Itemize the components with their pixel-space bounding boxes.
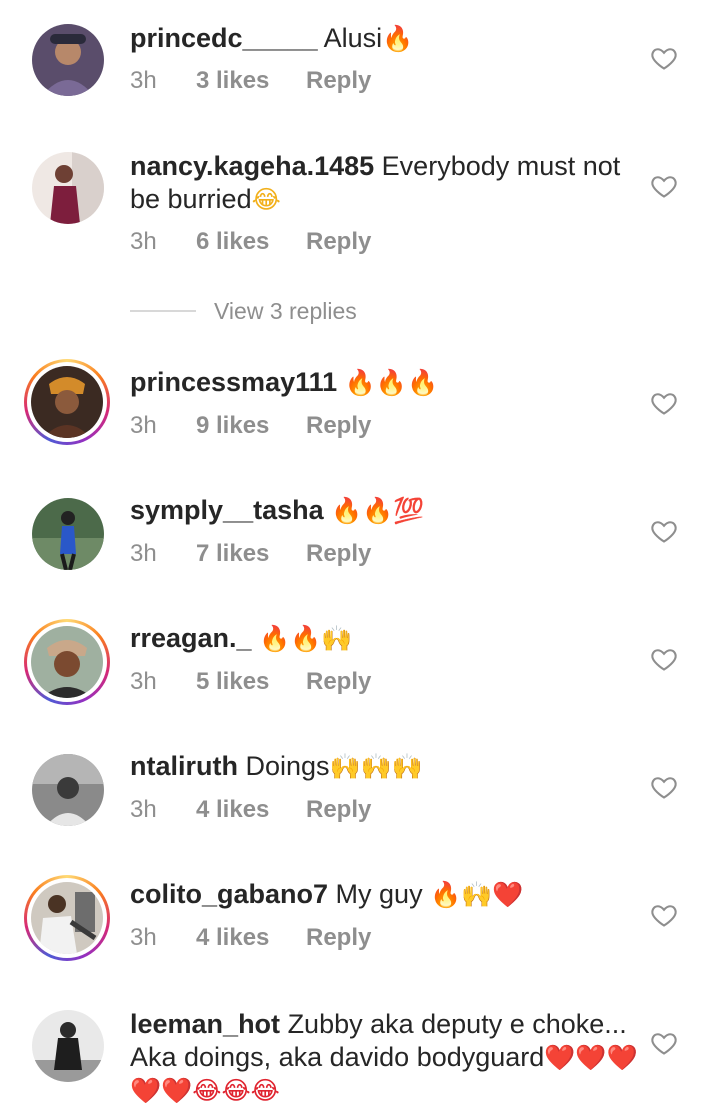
avatar[interactable] — [32, 24, 104, 96]
avatar[interactable] — [32, 498, 104, 570]
comment-time: 3h — [130, 412, 157, 439]
reply-button[interactable]: Reply — [306, 411, 371, 441]
reply-button[interactable]: Reply — [306, 66, 371, 96]
comment-text: rreagan._ 🔥🔥🙌 — [130, 622, 630, 655]
view-replies-label[interactable]: View 3 replies — [214, 298, 357, 325]
reply-button[interactable]: Reply — [306, 667, 371, 697]
comment-body: Doings — [245, 751, 330, 781]
comment-username[interactable]: leeman_hot — [130, 1009, 280, 1039]
comment-username[interactable]: symply__tasha — [130, 495, 324, 525]
comment-text: nancy.kageha.1485 Everybody must not be … — [130, 150, 640, 216]
heart-outline-icon[interactable] — [650, 44, 678, 72]
heart-outline-icon[interactable] — [650, 901, 678, 929]
heart-outline-icon[interactable] — [650, 773, 678, 801]
comment-username[interactable]: princedc_____ — [130, 23, 318, 53]
reply-button[interactable]: Reply — [306, 795, 371, 825]
comment-likes[interactable]: 4 likes — [196, 795, 306, 825]
comment-body: Alusi — [323, 23, 383, 53]
avatar-story-ring[interactable] — [24, 619, 110, 705]
comment-meta: 3h 7 likes Reply — [130, 539, 371, 569]
comment-emojis: 😂 — [251, 185, 281, 214]
comment-emojis: 🔥 — [382, 24, 414, 53]
comment-emojis: 🔥🔥💯 — [331, 496, 425, 525]
comment-text: ntaliruth Doings🙌🙌🙌 — [130, 750, 630, 783]
comment-emojis: 🙌🙌🙌 — [329, 752, 423, 781]
avatar-story-ring[interactable] — [24, 359, 110, 445]
comment-meta: 3h 9 likes Reply — [130, 411, 371, 441]
heart-outline-icon[interactable] — [650, 1029, 678, 1057]
view-replies-button[interactable]: View 3 replies — [130, 296, 357, 326]
comment-meta: 3h 6 likes Reply — [130, 227, 371, 257]
comment-text: symply__tasha 🔥🔥💯 — [130, 494, 630, 527]
comment-text: colito_gabano7 My guy 🔥🙌❤️ — [130, 878, 630, 911]
comment-likes[interactable]: 6 likes — [196, 227, 306, 257]
replies-divider — [130, 310, 196, 312]
avatar[interactable] — [32, 754, 104, 826]
comment-emojis: 🔥🔥🔥 — [344, 368, 439, 397]
heart-outline-icon[interactable] — [650, 172, 678, 200]
reply-button[interactable]: Reply — [306, 923, 371, 953]
heart-outline-icon[interactable] — [650, 645, 678, 673]
comment-likes[interactable]: 9 likes — [196, 411, 306, 441]
comment-emojis: 🔥🙌❤️ — [430, 880, 524, 909]
heart-outline-icon[interactable] — [650, 517, 678, 545]
comment-likes[interactable]: 3 likes — [196, 66, 306, 96]
comment-time: 3h — [130, 796, 157, 823]
comment-username[interactable]: princessmay111 — [130, 367, 337, 397]
comment-meta: 3h 3 likes Reply — [130, 66, 371, 96]
comment-meta: 3h 4 likes Reply — [130, 795, 371, 825]
comment-username[interactable]: nancy.kageha.1485 — [130, 151, 374, 181]
comment-time: 3h — [130, 228, 157, 255]
comment-time: 3h — [130, 540, 157, 567]
heart-outline-icon[interactable] — [650, 389, 678, 417]
avatar[interactable] — [32, 1010, 104, 1082]
comment-text: princedc_____ Alusi🔥 — [130, 22, 630, 55]
avatar-story-ring[interactable] — [24, 875, 110, 961]
avatar[interactable] — [32, 152, 104, 224]
reply-button[interactable]: Reply — [306, 539, 371, 569]
comment-time: 3h — [130, 924, 157, 951]
comment-username[interactable]: colito_gabano7 — [130, 879, 328, 909]
comment-meta: 3h 5 likes Reply — [130, 667, 371, 697]
comment-username[interactable]: ntaliruth — [130, 751, 238, 781]
comment-body: My guy — [335, 879, 423, 909]
comment-likes[interactable]: 4 likes — [196, 923, 306, 953]
comment-meta: 3h 4 likes Reply — [130, 923, 371, 953]
comment-text: leeman_hot Zubby aka deputy e choke... A… — [130, 1008, 640, 1107]
reply-button[interactable]: Reply — [306, 227, 371, 257]
comment-time: 3h — [130, 668, 157, 695]
comment-text: princessmay111 🔥🔥🔥 — [130, 366, 630, 399]
comment-emojis: 🔥🔥🙌 — [259, 624, 353, 653]
comment-likes[interactable]: 5 likes — [196, 667, 306, 697]
comment-time: 3h — [130, 67, 157, 94]
comment-likes[interactable]: 7 likes — [196, 539, 306, 569]
comment-username[interactable]: rreagan._ — [130, 623, 252, 653]
